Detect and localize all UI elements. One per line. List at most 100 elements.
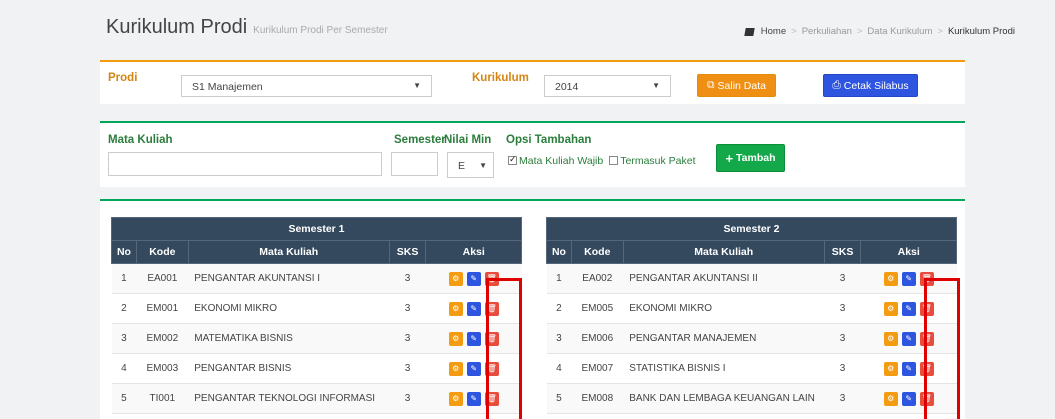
row-no: 1	[111, 263, 137, 294]
checkbox-checked-icon	[508, 154, 517, 165]
row-sks: 3	[389, 323, 426, 354]
trash-icon[interactable]: 🗑	[919, 361, 934, 376]
row-mata-kuliah: PENGANTAR MANAJEMEN	[623, 323, 825, 354]
trash-icon[interactable]: 🗑	[919, 331, 934, 346]
trash-icon[interactable]: 🗑	[919, 301, 934, 316]
trash-icon[interactable]: 🗑	[484, 361, 499, 376]
table-row: 2 EM001 EKONOMI MIKRO 3 ⚙ ✎ 🗑	[111, 293, 522, 324]
cetak-silabus-button[interactable]: ⎙ Cetak Silabus	[823, 74, 918, 97]
nilai-min-label: Nilai Min	[444, 134, 492, 146]
row-aksi: ⚙ ✎ 🗑	[860, 383, 957, 414]
row-mata-kuliah: PENGANTAR AKUNTANSI II	[623, 263, 825, 294]
trash-icon[interactable]: 🗑	[919, 271, 934, 286]
pencil-icon[interactable]: ✎	[901, 331, 916, 346]
breadcrumb-perkuliahan[interactable]: Perkuliahan	[802, 26, 852, 37]
nilai-min-select[interactable]: E ▼	[447, 152, 494, 178]
pencil-icon[interactable]: ✎	[901, 271, 916, 286]
col-kode: Kode	[570, 240, 624, 264]
checkbox-icon	[609, 156, 619, 165]
row-no: 4	[111, 353, 137, 384]
table-row: 5 TI001 PENGANTAR TEKNOLOGI INFORMASI 3 ⚙ ✎ 🗑	[111, 383, 522, 414]
mata-kuliah-label: Mata Kuliah	[108, 134, 173, 146]
row-mata-kuliah: MATEMATIKA BISNIS	[188, 323, 390, 354]
row-no: 5	[546, 383, 572, 414]
row-aksi: ⚙ ✎ 🗑	[425, 323, 522, 354]
pencil-icon[interactable]: ✎	[901, 361, 916, 376]
gear-icon[interactable]: ⚙	[448, 361, 463, 376]
row-no: 2	[546, 293, 572, 324]
row-aksi: ⚙ ✎ 🗑	[860, 353, 957, 384]
gear-icon[interactable]: ⚙	[883, 301, 898, 316]
row-mata-kuliah: STATISTIKA BISNIS I	[623, 353, 825, 384]
row-kode: EM003	[136, 353, 189, 384]
pencil-icon[interactable]: ✎	[901, 301, 916, 316]
table-row: 1 EA001 PENGANTAR AKUNTANSI I 3 ⚙ ✎ 🗑	[111, 263, 522, 294]
semester-1-title: Semester 1	[111, 217, 522, 241]
home-icon	[744, 27, 755, 36]
trash-icon[interactable]: 🗑	[484, 391, 499, 406]
breadcrumb-home[interactable]: Home	[761, 26, 786, 37]
copy-icon: ⧉	[707, 79, 715, 91]
page-subtitle: Kurikulum Prodi Per Semester	[253, 25, 388, 36]
row-kode: EM006	[571, 323, 624, 354]
pencil-icon[interactable]: ✎	[466, 361, 481, 376]
kurikulum-select[interactable]: 2014 ▼	[544, 75, 671, 97]
gear-icon[interactable]: ⚙	[448, 331, 463, 346]
breadcrumb-data-kurikulum[interactable]: Data Kurikulum	[867, 26, 932, 37]
wajib-checkbox[interactable]: Mata Kuliah Wajib	[508, 154, 603, 167]
trash-icon[interactable]: 🗑	[484, 271, 499, 286]
row-kode: EM005	[571, 293, 624, 324]
col-aksi: Aksi	[425, 240, 522, 264]
row-no: 3	[111, 323, 137, 354]
gear-icon[interactable]: ⚙	[448, 391, 463, 406]
gear-icon[interactable]: ⚙	[883, 391, 898, 406]
prodi-select[interactable]: S1 Manajemen ▼	[181, 75, 432, 97]
row-kode: EM007	[571, 353, 624, 384]
row-aksi: ⚙ ✎ 🗑	[425, 293, 522, 324]
prodi-label: Prodi	[108, 72, 138, 84]
col-kode: Kode	[135, 240, 189, 264]
gear-icon[interactable]: ⚙	[448, 301, 463, 316]
tambah-button[interactable]: + Tambah	[716, 144, 785, 172]
salin-data-button[interactable]: ⧉ Salin Data	[697, 74, 776, 97]
gear-icon[interactable]: ⚙	[448, 271, 463, 286]
row-mata-kuliah: EKONOMI MIKRO	[623, 293, 825, 324]
mata-kuliah-input[interactable]	[108, 152, 382, 176]
pencil-icon[interactable]: ✎	[466, 301, 481, 316]
trash-icon[interactable]: 🗑	[484, 301, 499, 316]
row-mata-kuliah: PENGANTAR TEKNOLOGI INFORMASI	[188, 383, 390, 414]
kurikulum-label: Kurikulum	[472, 72, 529, 84]
row-sks: 3	[389, 353, 426, 384]
gear-icon[interactable]: ⚙	[883, 361, 898, 376]
row-no: 3	[546, 323, 572, 354]
opsi-tambahan-label: Opsi Tambahan	[506, 134, 592, 146]
row-no: 5	[111, 383, 137, 414]
table-row: 3 EM006 PENGANTAR MANAJEMEN 3 ⚙ ✎ 🗑	[546, 323, 957, 354]
pencil-icon[interactable]: ✎	[466, 331, 481, 346]
table-row: 4 EM007 STATISTIKA BISNIS I 3 ⚙ ✎ 🗑	[546, 353, 957, 384]
row-sks: 3	[389, 383, 426, 414]
prodi-filter-box: Prodi S1 Manajemen ▼ Kurikulum 2014 ▼ ⧉ S…	[100, 60, 965, 104]
trash-icon[interactable]: 🗑	[919, 391, 934, 406]
semester-input[interactable]	[391, 152, 438, 176]
row-aksi: ⚙ ✎ 🗑	[425, 353, 522, 384]
gear-icon[interactable]: ⚙	[883, 271, 898, 286]
chevron-down-icon: ▼	[652, 81, 660, 90]
col-sks: SKS	[388, 240, 427, 264]
table-row: 2 EM005 EKONOMI MIKRO 3 ⚙ ✎ 🗑	[546, 293, 957, 324]
row-no: 4	[546, 353, 572, 384]
page-header: Kurikulum Prodi Kurikulum Prodi Per Semes…	[106, 16, 1015, 46]
add-course-box: Mata Kuliah Semester Nilai Min E ▼ Opsi …	[100, 121, 965, 187]
gear-icon[interactable]: ⚙	[883, 331, 898, 346]
row-sks: 3	[389, 293, 426, 324]
pencil-icon[interactable]: ✎	[466, 271, 481, 286]
trash-icon[interactable]: 🗑	[484, 331, 499, 346]
semester-1-table: Semester 1 No Kode Mata Kuliah SKS Aksi …	[111, 217, 522, 414]
semester-2-table: Semester 2 No Kode Mata Kuliah SKS Aksi …	[546, 217, 957, 414]
pencil-icon[interactable]: ✎	[466, 391, 481, 406]
table-row: 4 EM003 PENGANTAR BISNIS 3 ⚙ ✎ 🗑	[111, 353, 522, 384]
paket-checkbox[interactable]: Termasuk Paket	[609, 155, 696, 167]
pencil-icon[interactable]: ✎	[901, 391, 916, 406]
print-icon: ⎙	[832, 79, 841, 91]
row-kode: EA001	[136, 263, 189, 294]
